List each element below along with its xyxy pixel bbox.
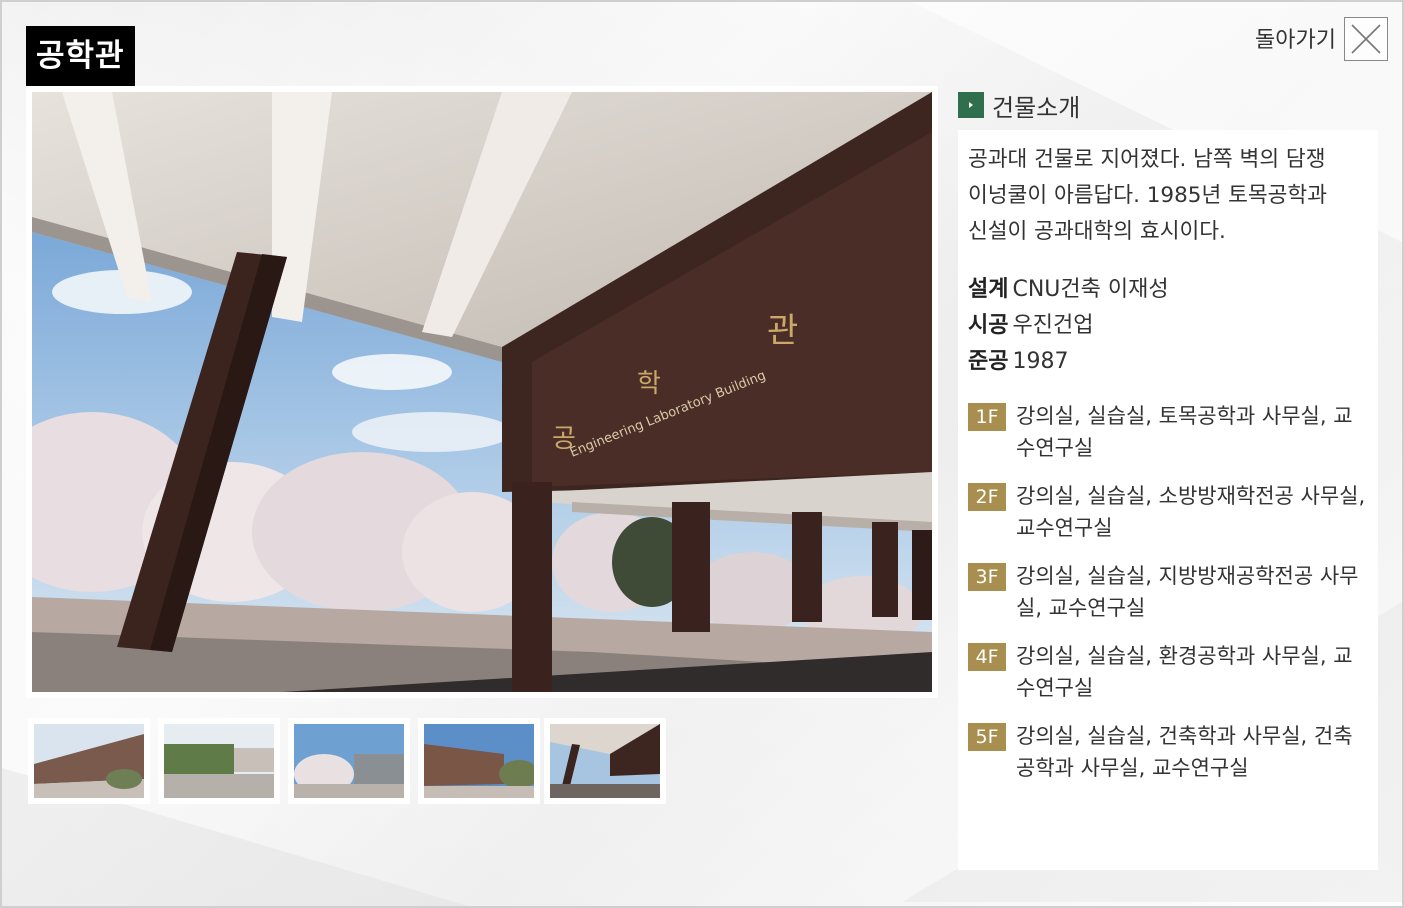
- floor-rooms: 강의실, 실습실, 토목공학과 사무실, 교수연구실: [1016, 404, 1353, 460]
- construct-key: 시공: [968, 313, 1009, 338]
- floor-rooms: 강의실, 실습실, 건축학과 사무실, 건축공학과 사무실, 교수연구실: [1016, 724, 1353, 780]
- thumbnail-image: [424, 724, 534, 798]
- floor-badge: 2F: [968, 483, 1006, 511]
- complete-key: 준공: [968, 349, 1009, 374]
- thumbnail[interactable]: [544, 718, 666, 804]
- floor-item: 1F 강의실, 실습실, 토목공학과 사무실, 교수연구실: [968, 400, 1366, 464]
- main-photo: 공 학 관 Engineering Laboratory Building: [32, 92, 932, 692]
- section-title: 건물소개: [992, 93, 1081, 122]
- chevron-right-icon: [958, 92, 984, 118]
- sign-char: 관: [767, 311, 798, 351]
- floor-item: 5F 강의실, 실습실, 건축학과 사무실, 건축공학과 사무실, 교수연구실: [968, 720, 1366, 784]
- floor-item: 2F 강의실, 실습실, 소방방재학전공 사무실, 교수연구실: [968, 480, 1366, 544]
- back-link[interactable]: 돌아가기: [1255, 24, 1336, 58]
- floor-badge: 4F: [968, 643, 1006, 671]
- floor-rooms: 강의실, 실습실, 환경공학과 사무실, 교수연구실: [1016, 644, 1353, 700]
- building-meta: 설계 CNU건축 이재성 시공 우진건업 준공 1987: [968, 272, 1368, 380]
- complete-row: 준공 1987: [968, 344, 1368, 380]
- thumbnail-image: [294, 724, 404, 798]
- complete-value: 1987: [1012, 349, 1069, 374]
- floor-rooms: 강의실, 실습실, 지방방재공학전공 사무실, 교수연구실: [1016, 564, 1359, 620]
- sign-char: 학: [637, 369, 661, 399]
- floor-badge: 5F: [968, 723, 1006, 751]
- thumbnail[interactable]: [28, 718, 150, 804]
- floor-item: 4F 강의실, 실습실, 환경공학과 사무실, 교수연구실: [968, 640, 1366, 704]
- floor-badge: 1F: [968, 403, 1006, 431]
- thumbnail-image: [34, 724, 144, 798]
- design-row: 설계 CNU건축 이재성: [968, 272, 1368, 308]
- close-button[interactable]: [1344, 17, 1388, 61]
- thumbnail-image: [164, 724, 274, 798]
- building-description: 공과대 건물로 지어졌다. 남쪽 벽의 담쟁이넝쿨이 아름답다. 1985년 토…: [968, 147, 1327, 244]
- floor-item: 3F 강의실, 실습실, 지방방재공학전공 사무실, 교수연구실: [968, 560, 1366, 624]
- page-title: 공학관: [26, 26, 135, 86]
- thumbnail-image: [550, 724, 660, 798]
- construct-value: 우진건업: [1012, 313, 1094, 338]
- section-header: 건물소개: [958, 90, 1081, 122]
- thumbnail[interactable]: [158, 718, 280, 804]
- floor-rooms: 강의실, 실습실, 소방방재학전공 사무실, 교수연구실: [1016, 484, 1366, 540]
- floor-badge: 3F: [968, 563, 1006, 591]
- close-x-icon: [1351, 24, 1381, 54]
- construct-row: 시공 우진건업: [968, 308, 1368, 344]
- design-value: CNU건축 이재성: [1012, 277, 1169, 302]
- popup-frame: 공학관 돌아가기 공 학 관 Engineering Laboratory Bu…: [0, 0, 1404, 908]
- thumbnail[interactable]: [288, 718, 410, 804]
- building-info-panel: 공과대 건물로 지어졌다. 남쪽 벽의 담쟁이넝쿨이 아름답다. 1985년 토…: [958, 130, 1378, 870]
- thumbnail[interactable]: [418, 718, 540, 804]
- design-key: 설계: [968, 277, 1009, 302]
- main-photo-frame: 공 학 관 Engineering Laboratory Building: [26, 86, 938, 698]
- floor-list: 1F 강의실, 실습실, 토목공학과 사무실, 교수연구실 2F 강의실, 실습…: [968, 400, 1368, 784]
